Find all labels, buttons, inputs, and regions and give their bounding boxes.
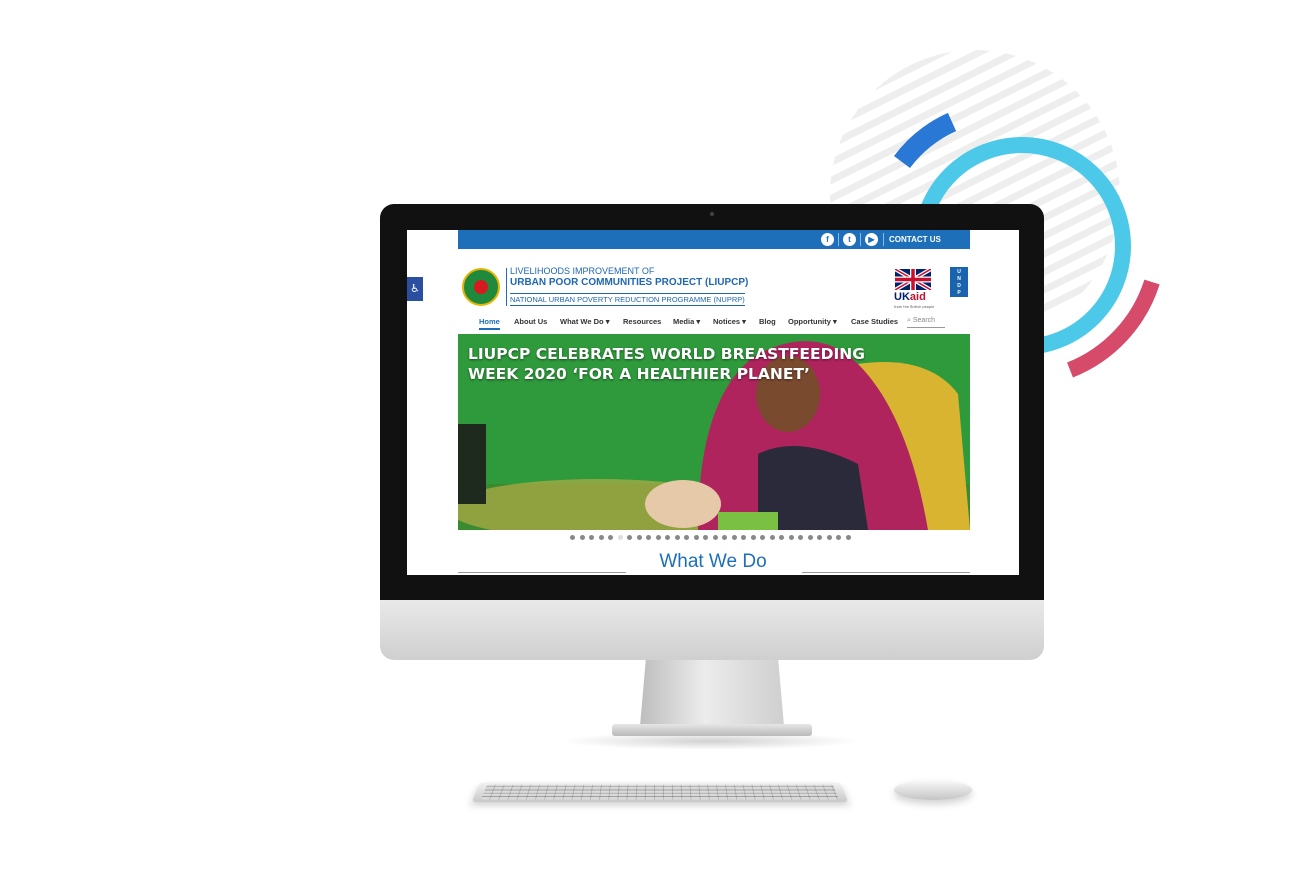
hero-slide[interactable]: LIUPCP CELEBRATES WORLD BREASTFEEDING WE…: [458, 334, 970, 530]
undp-logo: UNDP: [950, 267, 968, 297]
carousel-dot[interactable]: [617, 535, 623, 540]
keyboard: [471, 782, 849, 803]
carousel-dot[interactable]: [684, 535, 689, 540]
section-title: What We Do: [659, 551, 767, 572]
carousel-dot[interactable]: [722, 535, 727, 540]
carousel-dot[interactable]: [693, 535, 699, 540]
carousel-dot[interactable]: [817, 535, 822, 540]
top-bar: f t ▶ CONTACT US: [458, 230, 970, 249]
nav-notices[interactable]: Notices ▾: [713, 317, 746, 326]
carousel-dot[interactable]: [769, 535, 775, 540]
nav-about-us[interactable]: About Us: [514, 317, 547, 326]
carousel-dot[interactable]: [579, 535, 585, 540]
mouse: [894, 780, 972, 800]
ukaid-tagline: from the British people: [894, 305, 935, 309]
nav-opportunity[interactable]: Opportunity ▾: [788, 317, 837, 326]
divider: [883, 233, 884, 246]
stripe: [820, 0, 1140, 24]
divider: [838, 233, 839, 246]
uk-flag-icon: [895, 269, 931, 290]
nav-home[interactable]: Home: [479, 317, 500, 330]
nav-what-we-do[interactable]: What We Do ▾: [560, 317, 609, 326]
accessibility-icon[interactable]: ♿: [407, 277, 423, 301]
carousel-dot[interactable]: [836, 535, 841, 540]
government-emblem-logo: [462, 268, 500, 306]
stripe: [830, 50, 1120, 118]
twitter-icon[interactable]: t: [843, 233, 856, 246]
stripe: [830, 50, 1120, 100]
monitor-stand-foot: [612, 724, 812, 736]
carousel-dot[interactable]: [779, 535, 784, 540]
stripe: [830, 50, 1120, 136]
camera: [710, 212, 714, 216]
carousel-dot[interactable]: [741, 535, 746, 540]
carousel-dot[interactable]: [712, 535, 718, 540]
facebook-icon[interactable]: f: [821, 233, 834, 246]
youtube-icon[interactable]: ▶: [865, 233, 878, 246]
carousel-dot[interactable]: [703, 535, 708, 540]
monitor-stand-neck: [640, 660, 784, 726]
carousel-dot[interactable]: [674, 535, 680, 540]
carousel-dot[interactable]: [798, 535, 803, 540]
ukaid-logo: UKaid: [894, 291, 926, 303]
search-input[interactable]: ⌕ Search: [907, 315, 945, 328]
nav-blog[interactable]: Blog: [759, 317, 776, 326]
carousel-dot[interactable]: [731, 535, 737, 540]
stripe: [820, 0, 1140, 42]
nav-resources[interactable]: Resources: [623, 317, 661, 326]
header-line1: LIVELIHOODS IMPROVEMENT OF: [510, 266, 655, 276]
search-icon: ⌕: [907, 317, 911, 324]
hero-title[interactable]: LIUPCP CELEBRATES WORLD BREASTFEEDING WE…: [468, 344, 865, 384]
monitor-chin: [380, 600, 1044, 660]
carousel-dot[interactable]: [655, 535, 661, 540]
nav-case-studies[interactable]: Case Studies: [851, 317, 898, 326]
carousel-dot[interactable]: [627, 535, 632, 540]
carousel-dot[interactable]: [760, 535, 765, 540]
contact-us-link[interactable]: CONTACT US: [889, 235, 941, 244]
carousel-dot[interactable]: [636, 535, 642, 540]
header-line2: URBAN POOR COMMUNITIES PROJECT (LIUPCP): [510, 277, 749, 288]
carousel-dot[interactable]: [608, 535, 613, 540]
stripe: [820, 0, 1140, 6]
carousel-dot[interactable]: [646, 535, 651, 540]
nav-media[interactable]: Media ▾: [673, 317, 700, 326]
carousel-dot[interactable]: [598, 535, 604, 540]
divider: [860, 233, 861, 246]
carousel-dot[interactable]: [589, 535, 594, 540]
carousel-dot[interactable]: [807, 535, 813, 540]
carousel-dot[interactable]: [826, 535, 832, 540]
website-screen: f t ▶ CONTACT US ♿ LIVELIHOODS IMPROVEME…: [407, 230, 1019, 575]
carousel-dot[interactable]: [570, 535, 575, 540]
carousel-dot[interactable]: [750, 535, 756, 540]
logo-divider: [506, 268, 507, 306]
carousel-dot[interactable]: [845, 535, 851, 540]
carousel-dot[interactable]: [665, 535, 670, 540]
carousel-dot[interactable]: [788, 535, 794, 540]
header-line3: NATIONAL URBAN POVERTY REDUCTION PROGRAM…: [510, 293, 745, 306]
